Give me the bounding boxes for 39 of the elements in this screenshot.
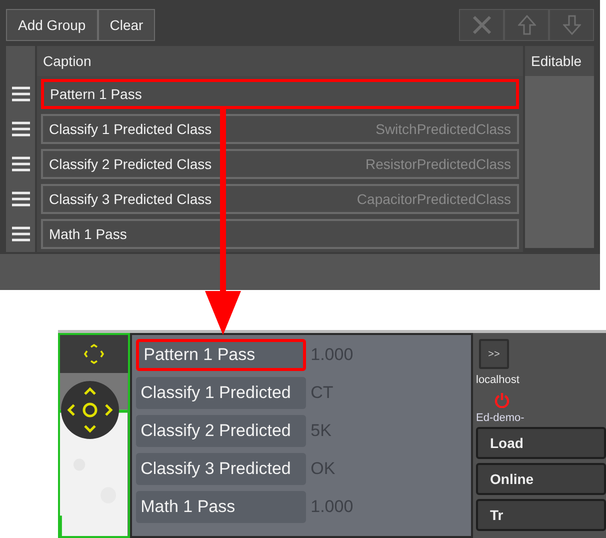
result-label: Math 1 Pass xyxy=(136,491,306,523)
drag-handle-icon xyxy=(12,156,30,172)
side-button[interactable]: Online xyxy=(476,463,606,495)
placeholder-text: CapacitorPredictedClass xyxy=(356,190,511,209)
caption-text: Classify 3 Predicted Class xyxy=(49,190,212,209)
joystick-icon xyxy=(61,381,119,439)
crosshair-icon xyxy=(84,344,104,364)
drag-handle-icon xyxy=(12,191,30,207)
power-icon xyxy=(494,392,510,408)
caption-text: Classify 2 Predicted Class xyxy=(49,154,212,174)
expand-button[interactable]: >> xyxy=(479,339,509,369)
drag-handle-icon xyxy=(12,226,30,242)
caption-text: Math 1 Pass xyxy=(49,224,127,244)
caption-field[interactable]: Math 1 Pass xyxy=(41,219,519,249)
caption-text: Pattern 1 Pass xyxy=(50,84,142,104)
close-icon xyxy=(470,14,492,36)
result-label: Classify 1 Predicted xyxy=(136,377,306,409)
caption-field[interactable]: Classify 2 Predicted Class ResistorPredictedClass xyxy=(41,149,519,179)
job-label: Ed-demo- xyxy=(476,410,526,426)
side-button[interactable]: Tr xyxy=(476,499,606,531)
caption-text: Classify 1 Predicted Class xyxy=(49,120,212,139)
result-label: Classify 2 Predicted xyxy=(136,415,306,447)
result-label: Classify 3 Predicted xyxy=(136,453,306,485)
toolbar-button[interactable]: Add Group xyxy=(6,9,98,41)
toolbar-button[interactable]: Clear xyxy=(98,9,156,41)
column-header: Caption xyxy=(37,46,523,76)
column-header: Editable xyxy=(525,46,594,76)
caption-field[interactable]: Classify 1 Predicted Class SwitchPredictedClass xyxy=(41,114,519,144)
drag-handle-icon xyxy=(12,121,30,137)
drag-handle-icon xyxy=(12,86,30,102)
arrow-up-icon xyxy=(518,15,536,35)
placeholder-text: SwitchPredictedClass xyxy=(376,120,511,138)
host-label: localhost xyxy=(476,373,520,388)
arrow-down-icon xyxy=(562,15,580,35)
side-button[interactable]: Load xyxy=(476,427,606,459)
caption-field[interactable]: Classify 3 Predicted Class CapacitorPredictedClass xyxy=(41,184,519,214)
caption-field[interactable]: Pattern 1 Pass xyxy=(41,79,519,109)
placeholder-text: ResistorPredictedClass xyxy=(366,154,511,174)
result-label: Pattern 1 Pass xyxy=(136,339,306,371)
